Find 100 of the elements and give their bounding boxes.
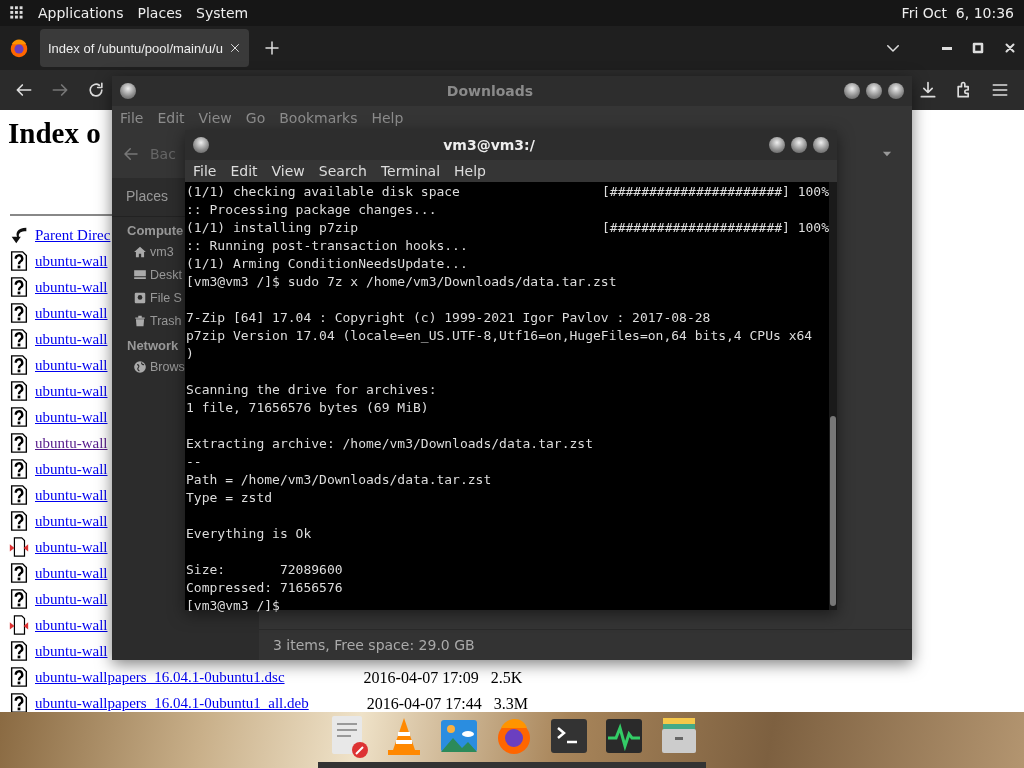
plus-icon <box>262 39 281 57</box>
terminal-line: 1 file, 71656576 bytes (69 MiB) <box>186 399 429 417</box>
progress-text: [######################] 100% <box>602 183 829 201</box>
menu-item[interactable]: View <box>271 163 305 179</box>
unknown-file-icon <box>8 666 30 688</box>
downloads-button[interactable] <box>918 80 938 100</box>
sidebar-section-title: Network <box>127 338 179 353</box>
file-link[interactable]: ubuntu-wall <box>35 330 108 348</box>
package-file-icon <box>8 614 30 636</box>
close-icon <box>228 42 241 54</box>
package-file-icon <box>8 536 30 558</box>
terminal-line: (1/1) Arming ConditionNeedsUpdate... <box>186 255 468 273</box>
home-icon <box>133 244 147 259</box>
sidebar-item[interactable]: Trash <box>133 311 182 330</box>
file-link[interactable]: ubuntu-wall <box>35 252 108 270</box>
maximize-button[interactable] <box>972 42 984 54</box>
file-link[interactable]: ubuntu-wall <box>35 590 108 608</box>
unknown-file-icon <box>8 458 30 480</box>
maximize-icon <box>972 42 984 54</box>
file-link[interactable]: ubuntu-wall <box>35 460 108 478</box>
menu-item[interactable]: Search <box>318 163 367 179</box>
drive-icon <box>133 290 147 305</box>
minimize-icon <box>942 46 952 50</box>
sidebar-item[interactable]: Deskt <box>133 265 182 284</box>
window-menu-button[interactable] <box>120 83 136 99</box>
close-icon <box>1004 42 1016 54</box>
file-link[interactable]: ubuntu-wall <box>35 538 108 556</box>
file-link[interactable]: ubuntu-wall <box>35 304 108 322</box>
download-icon <box>918 80 938 100</box>
file-link[interactable]: ubuntu-wall <box>35 356 108 374</box>
menu-item[interactable]: File <box>193 163 217 179</box>
unknown-file-icon <box>8 354 30 376</box>
maximize-button[interactable] <box>791 137 807 153</box>
size-cell: 3.3M <box>493 694 529 712</box>
menu-item[interactable]: Terminal <box>380 163 441 179</box>
menu-item[interactable]: Edit <box>157 110 185 126</box>
unknown-file-icon <box>8 328 30 350</box>
page-heading: Index o <box>8 118 101 148</box>
panel-menu[interactable]: System <box>196 5 249 21</box>
trash-icon <box>133 313 147 328</box>
scrollbar-thumb[interactable] <box>830 416 836 606</box>
unknown-file-icon <box>8 484 30 506</box>
terminal-line: (1/1) installing p7zip <box>186 219 359 237</box>
minimize-button[interactable] <box>844 83 860 99</box>
file-link[interactable]: ubuntu-wall <box>35 434 108 452</box>
browser-tab[interactable]: Index of /ubuntu/pool/main/u/u <box>40 29 249 67</box>
terminal-line: Size: 72089600 <box>186 561 343 579</box>
file-link[interactable]: ubuntu-wall <box>35 486 108 504</box>
sidebar-item[interactable]: Brows <box>133 357 185 376</box>
firefox-icon <box>8 37 30 59</box>
menu-item[interactable]: Go <box>245 110 266 126</box>
terminal-line: [vm3@vm3 /]$ <box>186 597 280 615</box>
file-link[interactable]: ubuntu-wall <box>35 408 108 426</box>
sidebar-section-title: Compute <box>127 223 184 238</box>
terminal-line: ) <box>186 345 194 363</box>
minimize-button[interactable] <box>769 137 785 153</box>
file-link[interactable]: ubuntu-wall <box>35 512 108 530</box>
app-grid-icon <box>10 6 24 20</box>
unknown-file-icon <box>8 562 30 584</box>
file-link[interactable]: ubuntu-wall <box>35 382 108 400</box>
file-link[interactable]: ubuntu-wall <box>35 616 108 634</box>
date-cell: 2016-04-07 17:44 <box>366 694 482 712</box>
close-button[interactable] <box>1004 42 1016 54</box>
panel-menu[interactable]: Places <box>137 5 183 21</box>
unknown-file-icon <box>8 640 30 662</box>
file-link[interactable]: ubuntu-wall <box>35 564 108 582</box>
unknown-file-icon <box>8 406 30 428</box>
sidebar-item[interactable]: vm3 <box>133 242 174 261</box>
clock[interactable]: Fri Oct 6, 10:36 <box>901 5 1014 21</box>
unknown-file-icon <box>8 250 30 272</box>
panel-menu[interactable]: Applications <box>38 5 124 21</box>
unknown-file-icon <box>8 276 30 298</box>
menu-item[interactable]: Help <box>454 163 486 179</box>
menu-item[interactable]: View <box>198 110 232 126</box>
reload-button[interactable] <box>86 80 106 100</box>
minimize-button[interactable] <box>942 46 952 50</box>
menu-item[interactable]: Bookmarks <box>279 110 358 126</box>
menu-item[interactable]: File <box>120 110 144 126</box>
sidebar-item[interactable]: File S <box>133 288 182 307</box>
file-link[interactable]: ubuntu-wall <box>35 642 108 660</box>
terminal-line: -- <box>186 453 202 471</box>
terminal-line: Everything is Ok <box>186 525 312 543</box>
terminal-line: Extracting archive: /home/vm3/Downloads/data.tar.zst <box>186 435 593 453</box>
maximize-button[interactable] <box>866 83 882 99</box>
file-link[interactable]: Parent Direc <box>35 226 111 244</box>
file-link[interactable]: ubuntu-wallpapers_16.04.1-0ubuntu1.dsc <box>35 668 285 686</box>
close-button[interactable] <box>888 83 904 99</box>
window-title: vm3@vm3:/ <box>442 137 536 153</box>
window-menu-button[interactable] <box>193 137 209 153</box>
terminal-line: p7zip Version 17.04 (locale=en_US.UTF-8,Utf16=on,HugeFiles=on,64 bits,4 CPUs x64 <box>186 327 813 345</box>
close-button[interactable] <box>813 137 829 153</box>
new-tab-button[interactable] <box>262 39 281 57</box>
window-title: Downloads <box>445 83 535 99</box>
menu-item[interactable]: Help <box>371 110 404 126</box>
reload-icon <box>86 80 106 100</box>
status-bar: 3 items, Free space: 29.0 GB <box>259 629 912 660</box>
menu-item[interactable]: Edit <box>230 163 258 179</box>
file-link[interactable]: ubuntu-wall <box>35 278 108 296</box>
file-link[interactable]: ubuntu-wallpapers_16.04.1-0ubuntu1_all.deb <box>35 694 309 712</box>
size-cell: 2.5K <box>490 668 523 686</box>
